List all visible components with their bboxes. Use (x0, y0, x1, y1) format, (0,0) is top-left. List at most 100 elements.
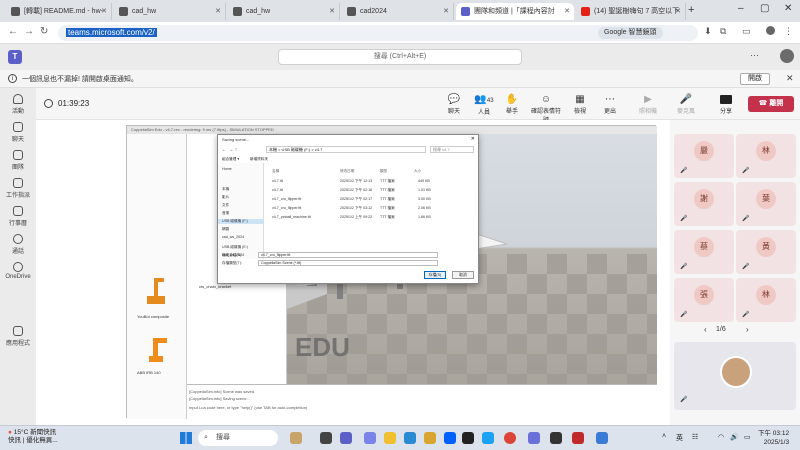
teams-app-icon[interactable] (528, 432, 540, 444)
widgets-icon[interactable] (290, 432, 302, 444)
view-button[interactable]: ▦ 檢視 (566, 94, 594, 115)
file-row[interactable]: v4.7_cru_flipper.ttt 2025/1/2 下午 02:17 T… (268, 195, 474, 203)
teams-classic-icon[interactable] (364, 432, 376, 444)
nav-item[interactable]: 文件 (222, 203, 229, 208)
nav-item[interactable]: 音樂 (222, 211, 229, 216)
scene-tree-item[interactable]: cts_chain_bracket (199, 284, 231, 289)
close-tab-icon[interactable]: ✕ (564, 3, 570, 20)
nav-item[interactable]: Home (222, 167, 232, 171)
mail-icon[interactable] (404, 432, 416, 444)
dropbox-icon[interactable] (444, 432, 456, 444)
sidepanel-icon[interactable]: ▭ (742, 26, 751, 37)
battery-icon[interactable]: ▭ (744, 433, 751, 441)
news-widget[interactable]: ● 15°C 新聞快訊 快訊 | 優化無異... (8, 429, 58, 445)
nav-item[interactable]: cad_ws_2024 (222, 235, 244, 239)
column-header[interactable]: 類型 (380, 169, 387, 174)
close-tab-icon[interactable]: ✕ (215, 3, 221, 20)
terminal-icon[interactable] (550, 432, 562, 444)
chat-button[interactable]: 💬 聊天 (440, 94, 468, 115)
more-button[interactable]: ⋯ 更出 (596, 94, 624, 115)
file-row[interactable]: v4.7_cru_flipper.ttt 2025/1/2 下午 03:12 T… (268, 204, 474, 212)
rail-item-teams[interactable]: 團隊 (0, 150, 36, 171)
raise-hand-button[interactable]: ✋ 舉手 (498, 94, 526, 115)
url-text[interactable]: teams.microsoft.com/v2/ (66, 28, 157, 37)
filetype-select[interactable]: CoppeliaSim Scene (*.ttt) (258, 260, 438, 266)
file-explorer-icon[interactable] (384, 432, 396, 444)
share-button[interactable]: 分享 (712, 94, 740, 115)
column-header[interactable]: 名稱 (272, 169, 279, 174)
filename-input[interactable]: v4.7_cru_flipper.ttt (258, 252, 438, 258)
word-icon[interactable] (596, 432, 608, 444)
column-header[interactable]: 修改日期 (340, 169, 354, 174)
back-icon[interactable]: ← (8, 26, 18, 37)
file-row[interactable]: v4.7.ttt 2025/1/2 下午 02:16 TTT 檔案 1.01 K… (268, 186, 474, 194)
browser-tab[interactable]: [轉載] README.md - hw- ✕ (6, 3, 112, 20)
nav-item-selected[interactable]: USB 磁碟機 (F:) (218, 219, 264, 224)
rail-item-assignments[interactable]: 工作指派 (0, 178, 36, 199)
more-options-icon[interactable]: ··· (750, 50, 759, 60)
rail-item-onedrive[interactable]: OneDrive (0, 262, 36, 280)
profile-avatar[interactable] (766, 26, 775, 35)
language-indicator[interactable]: 英 (676, 433, 683, 443)
participant-tile[interactable]: 葉 🎤 (736, 182, 796, 226)
new-tab-icon[interactable]: + (688, 4, 694, 16)
dismiss-banner-icon[interactable]: ✕ (786, 73, 794, 84)
participant-tile[interactable]: 蔡 🎤 (674, 230, 734, 274)
close-tab-icon[interactable]: ✕ (101, 3, 107, 20)
taskbar-search[interactable]: ⌕ 搜尋 (198, 430, 278, 446)
download-icon[interactable]: ⬇ (704, 26, 712, 37)
participant-tile[interactable]: 林 🎤 (736, 134, 796, 178)
minimize-icon[interactable]: – (738, 3, 744, 14)
participant-tile[interactable]: 謝 🎤 (674, 182, 734, 226)
chrome-icon[interactable] (504, 432, 516, 444)
omnibox[interactable]: teams.microsoft.com/v2/ Google 智慧鏡頭 (58, 25, 698, 41)
browser-tab[interactable]: cad_hw ✕ (114, 3, 226, 20)
volume-icon[interactable]: 🔊 (730, 433, 739, 441)
participant-tile[interactable]: 林 🎤 (736, 278, 796, 322)
windows-start-icon[interactable] (180, 432, 192, 444)
console-input[interactable]: Input Lua code here, or type "help()" (u… (189, 405, 307, 410)
dialog-path[interactable]: 本機 > USB 磁碟機 (F:) > v4.7 (266, 146, 426, 153)
reload-icon[interactable]: ↻ (40, 26, 48, 37)
rail-item-calendar[interactable]: 行事曆 (0, 206, 36, 227)
self-video-tile[interactable]: 🎤 (674, 342, 796, 410)
file-row[interactable]: v4.7_pinball_machine.ttt 2025/1/2 上午 09:… (268, 213, 474, 221)
dialog-search[interactable]: 搜尋 v4.7 (430, 146, 474, 153)
file-row[interactable]: v4.7.ttt 2025/1/2 下午 12:13 TTT 檔案 449 KB (268, 177, 474, 185)
browser-tab[interactable]: (14) 聖誕樹嗨句 7 高空以下 ✕ (576, 3, 686, 20)
clock[interactable]: 下午 03:12 2025/1/3 (758, 429, 789, 447)
nav-item[interactable]: USB 磁碟機 (E:) (222, 245, 248, 250)
participant-tile[interactable]: 嚴 🎤 (674, 134, 734, 178)
edge-icon[interactable] (482, 432, 494, 444)
rail-item-activity[interactable]: 活動 (0, 94, 36, 115)
close-tab-icon[interactable]: ✕ (329, 3, 335, 20)
rail-item-calls[interactable]: 通話 (0, 234, 36, 255)
app-icon[interactable] (462, 432, 474, 444)
tray-chevron-icon[interactable]: ˄ (662, 433, 666, 440)
forward-icon[interactable]: → (24, 26, 34, 37)
folder-icon[interactable] (424, 432, 436, 444)
camera-button[interactable]: ▶ 照相機 (634, 94, 662, 115)
people-button[interactable]: 👥43 人員 (470, 94, 498, 116)
next-page-icon[interactable]: › (746, 325, 749, 334)
ime-icon[interactable]: ☷ (692, 433, 698, 441)
leave-button[interactable]: ☎ 離開 (748, 96, 794, 112)
google-lens-button[interactable]: Google 智慧鏡頭 (598, 27, 663, 39)
nav-arrows-icon[interactable]: ← → ↑ (222, 147, 237, 153)
browser-tab[interactable]: cad_hw ✕ (228, 3, 340, 20)
close-window-icon[interactable]: ✕ (784, 3, 792, 14)
user-avatar[interactable] (780, 49, 794, 63)
cancel-button[interactable]: 取消 (452, 271, 474, 279)
browser-menu-icon[interactable]: ⋮ (784, 26, 793, 37)
close-dialog-icon[interactable]: ✕ (471, 136, 475, 142)
nav-item[interactable]: 網路 (222, 227, 229, 232)
task-view-icon[interactable] (320, 432, 332, 444)
teams-search-input[interactable]: 搜尋 (Ctrl+Alt+E) (278, 49, 522, 65)
prev-page-icon[interactable]: ‹ (704, 325, 707, 334)
browser-tab-active[interactable]: 團隊和頻道 |「課程內容討 ✕ (456, 3, 574, 20)
participant-tile[interactable]: 張 🎤 (674, 278, 734, 322)
maximize-icon[interactable]: ▢ (760, 3, 769, 14)
close-tab-icon[interactable]: ✕ (443, 3, 449, 20)
extensions-icon[interactable]: ⧉ (720, 26, 726, 37)
close-tab-icon[interactable]: ✕ (675, 3, 681, 20)
